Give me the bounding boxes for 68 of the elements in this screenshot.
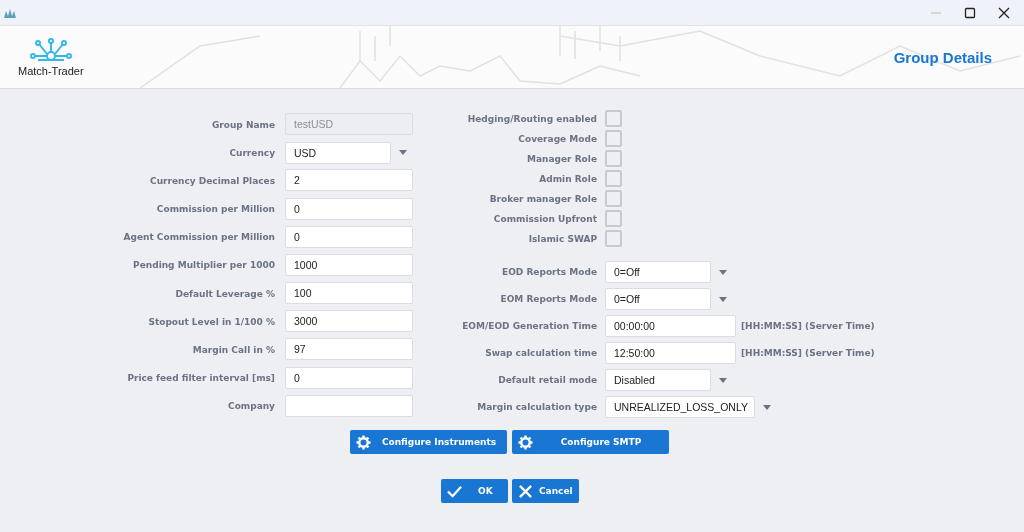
checkbox[interactable] [605,130,622,147]
maximize-icon[interactable] [964,6,976,19]
field-label: Default Leverage % [174,288,275,299]
checkbox-label: Hedging/Routing enabled [466,113,597,124]
checkbox-label: Coverage Mode [517,133,597,144]
x-icon [518,483,533,499]
input-field[interactable]: 2 [285,169,413,192]
logo-icon [29,37,72,64]
field-label: Company [227,401,275,412]
field-label: EOM Reports Mode [499,294,597,304]
checkbox[interactable] [605,110,622,127]
input-field[interactable]: 3000 [285,310,413,333]
field-label: EOM/EOD Generation Time [461,321,597,331]
checkbox[interactable] [605,210,622,227]
checkbox[interactable] [605,150,622,167]
checkbox[interactable] [605,230,622,247]
field-label: Agent Commission per Million [122,232,275,243]
input-field[interactable]: 00:00:00 [605,315,736,337]
input-field[interactable]: 0 [285,197,413,220]
field-label: Currency Decimal Places [149,175,275,186]
field-label: Stopout Level in 1/100 % [147,316,275,327]
dialog-title: Group Details [893,48,992,66]
format-hint: [HH:MM:SS] (Server Time) [741,348,875,358]
field-label: Group Name [210,119,275,130]
ok-button[interactable]: OK [441,479,508,503]
dropdown-field[interactable]: UNREALIZED_LOSS_ONLY [605,396,755,418]
dropdown-caret-icon [719,377,727,383]
dropdown-caret-icon [399,150,407,156]
checkbox-label: Manager Role [526,153,597,164]
field-label: Price feed filter interval [ms] [126,373,275,384]
input-field[interactable]: 12:50:00 [605,342,736,364]
dropdown-caret-icon [763,404,771,410]
input-field[interactable]: 1000 [285,253,413,276]
field-label: Margin calculation type [476,402,597,412]
input-field[interactable]: 100 [285,282,413,305]
gear-icon [356,434,371,450]
checkbox[interactable] [605,170,622,187]
field-label: Commission per Million [155,204,275,215]
checkbox-label: Islamic SWAP [527,233,597,244]
checkbox-label: Broker manager Role [488,193,597,204]
configure-button[interactable]: Configure SMTP [512,430,669,454]
dropdown-field[interactable]: 0=Off [605,288,711,310]
field-label: Default retail mode [497,375,597,385]
dropdown-caret-icon [719,296,727,302]
cancel-button[interactable]: Cancel [512,479,579,503]
configure-button[interactable]: Configure Instruments [350,430,507,454]
field-label: EOD Reports Mode [501,267,597,277]
gear-icon [518,434,533,450]
checkbox[interactable] [605,190,622,207]
close-icon[interactable] [998,6,1010,19]
input-field: testUSD [285,113,413,135]
checkbox-label: Commission Upfront [492,213,597,224]
format-hint: [HH:MM:SS] (Server Time) [741,321,875,331]
input-field[interactable]: 0 [285,366,413,389]
field-label: Pending Multiplier per 1000 [132,260,275,271]
input-field[interactable]: 0 [285,225,413,248]
field-label: Currency [228,147,275,158]
dropdown-field[interactable]: 0=Off [605,261,711,283]
dropdown-field[interactable]: USD [285,141,391,164]
dropdown-caret-icon [719,269,727,275]
dropdown-field[interactable]: Disabled [605,369,711,391]
checkbox-label: Admin Role [538,173,597,184]
logo-text: Match-Trader [18,64,84,77]
input-field[interactable]: 97 [285,338,413,361]
field-label: Margin Call in % [191,345,275,356]
field-label: Swap calculation time [484,348,597,358]
input-field[interactable] [285,394,413,417]
checkmark-icon [447,483,462,499]
